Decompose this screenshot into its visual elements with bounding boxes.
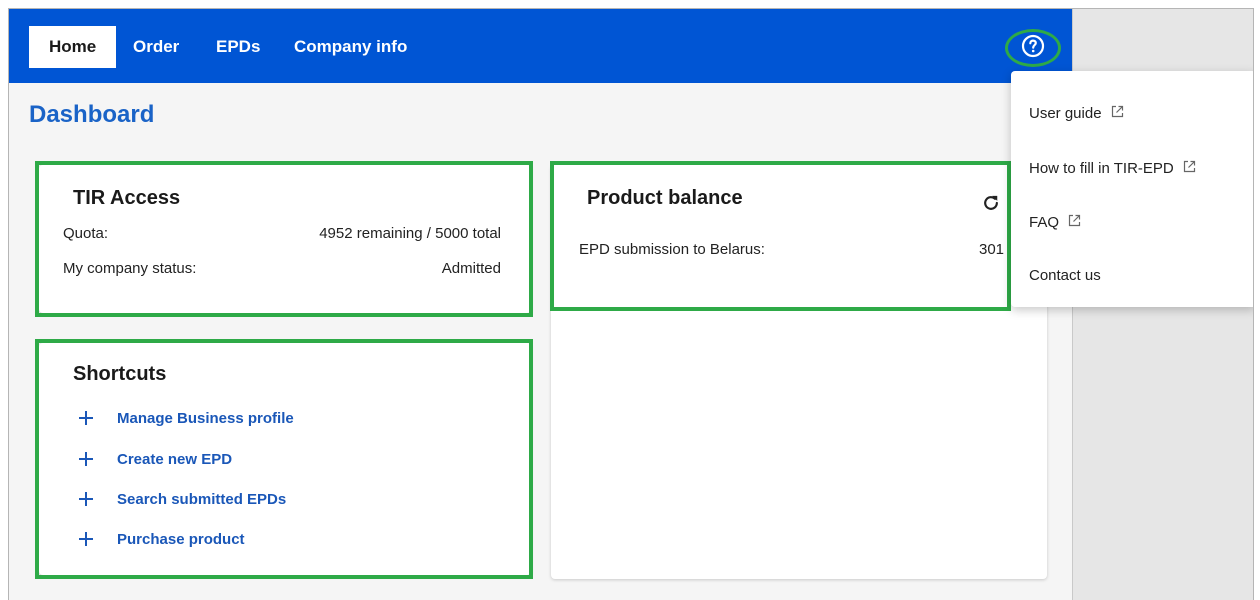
help-button[interactable] bbox=[1005, 29, 1061, 67]
highlight-box bbox=[550, 161, 1011, 311]
highlight-box bbox=[35, 161, 533, 317]
highlight-box bbox=[35, 339, 533, 579]
external-link-icon bbox=[1111, 105, 1124, 122]
menu-item-label: FAQ bbox=[1029, 214, 1060, 231]
help-circle-icon bbox=[1021, 34, 1045, 63]
menu-item-label: Contact us bbox=[1029, 267, 1101, 284]
menu-item-contact-us[interactable]: Contact us bbox=[1029, 267, 1101, 284]
menu-item-label: User guide bbox=[1029, 105, 1102, 122]
tab-company-info[interactable]: Company info bbox=[294, 26, 407, 68]
menu-item-user-guide[interactable]: User guide bbox=[1029, 105, 1124, 122]
menu-item-label: How to fill in TIR-EPD bbox=[1029, 160, 1174, 177]
browser-frame: Home Order EPDs Company info Dashboard T… bbox=[8, 8, 1254, 600]
top-navigation-bar: Home Order EPDs Company info bbox=[9, 9, 1072, 83]
external-link-icon bbox=[1068, 214, 1081, 231]
external-link-icon bbox=[1183, 160, 1196, 177]
help-dropdown-menu: User guide How to fill in TIR-EPD FAQ Co… bbox=[1011, 71, 1253, 307]
tab-order[interactable]: Order bbox=[133, 26, 179, 68]
page-title: Dashboard bbox=[29, 101, 155, 128]
menu-item-how-to-fill[interactable]: How to fill in TIR-EPD bbox=[1029, 160, 1196, 177]
menu-item-faq[interactable]: FAQ bbox=[1029, 214, 1081, 231]
tab-home[interactable]: Home bbox=[29, 26, 117, 68]
tab-epds[interactable]: EPDs bbox=[216, 26, 260, 68]
app-area: Home Order EPDs Company info Dashboard T… bbox=[9, 9, 1072, 600]
